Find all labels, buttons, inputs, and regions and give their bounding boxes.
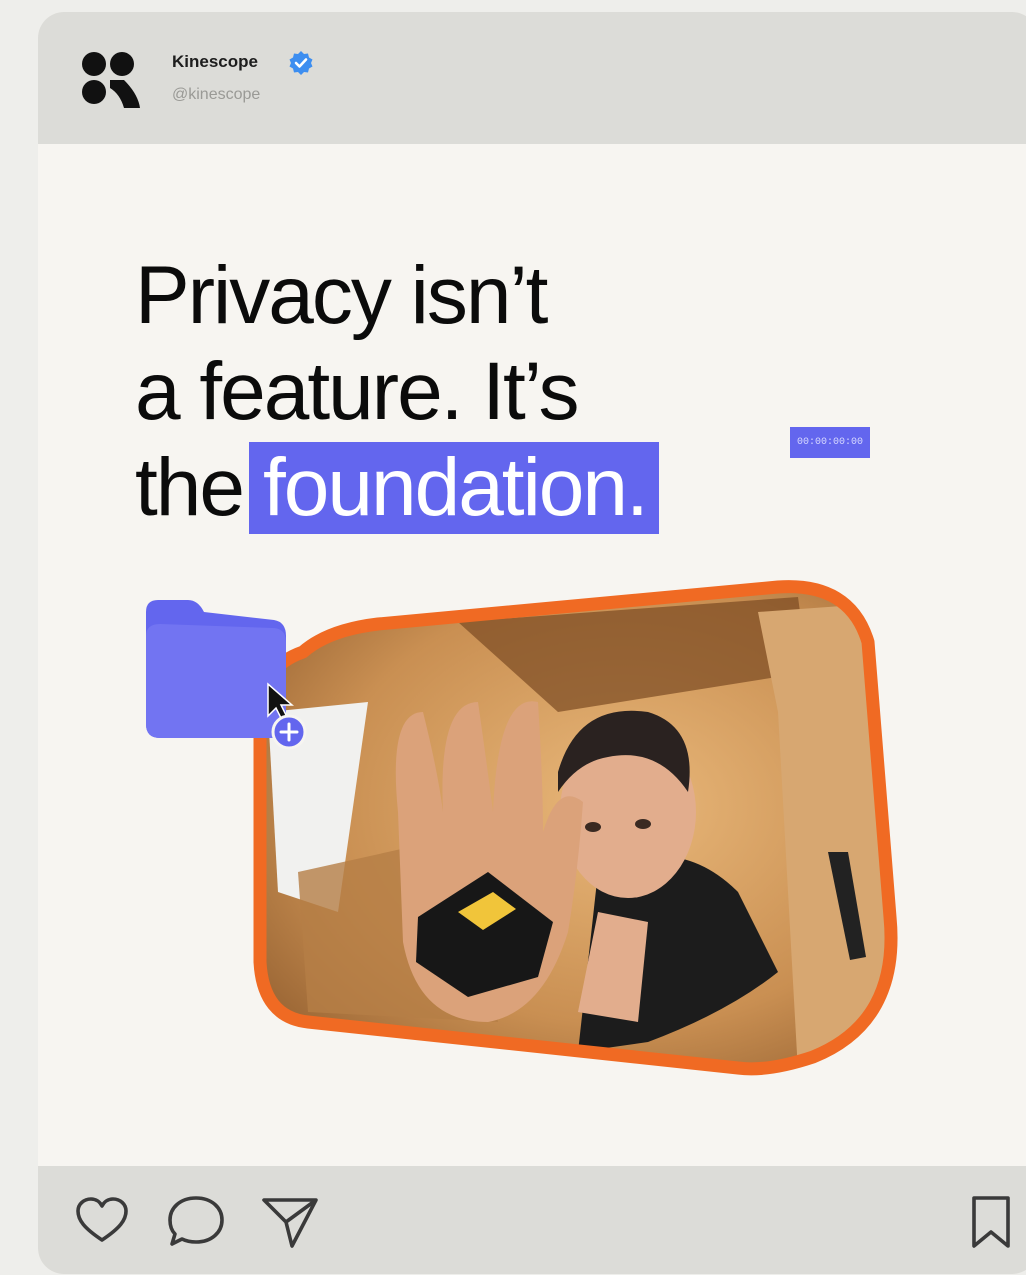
add-plus-icon bbox=[271, 714, 307, 750]
bookmark-icon[interactable] bbox=[966, 1192, 1016, 1252]
post-image[interactable] bbox=[38, 12, 1026, 1274]
speech-bubble-icon[interactable] bbox=[166, 1194, 226, 1250]
photo-content bbox=[260, 586, 892, 1069]
paper-plane-icon[interactable] bbox=[258, 1192, 322, 1252]
post-actions-bar bbox=[38, 1166, 1026, 1274]
folder-icon bbox=[146, 600, 286, 738]
heart-icon[interactable] bbox=[74, 1196, 130, 1246]
post-card: Kinescope @kinescope Privacy isn’t a fea… bbox=[38, 12, 1026, 1274]
